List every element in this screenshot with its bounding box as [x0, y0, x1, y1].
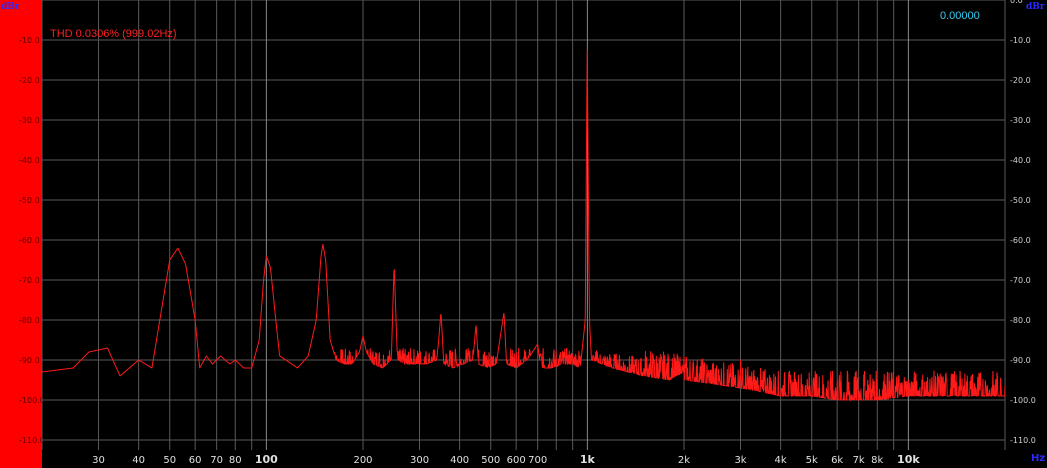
- y-tick-label-left: -90.0: [19, 356, 40, 365]
- y-tick-label-right: -60.0: [1010, 236, 1031, 245]
- y-tick-label-right: -20.0: [1010, 76, 1031, 85]
- x-tick-label: 7k: [853, 455, 865, 466]
- x-tick-label: 4k: [775, 455, 787, 466]
- unit-label-right: dBr: [1026, 2, 1045, 12]
- y-tick-label-left: -70.0: [19, 276, 40, 285]
- x-tick-label: 600: [507, 455, 526, 466]
- y-tick-label-left: -10.0: [19, 36, 40, 45]
- x-tick-label: 300: [410, 455, 429, 466]
- y-tick-label-left: -110.0: [19, 436, 45, 445]
- x-tick-label: 500: [481, 455, 500, 466]
- y-tick-label-right: -50.0: [1010, 196, 1031, 205]
- thd-readout: THD 0.0306% (999.02Hz): [50, 28, 177, 40]
- x-tick-label: 3k: [734, 455, 746, 466]
- y-tick-label-right: -100.0: [1010, 396, 1036, 405]
- x-unit-label: Hz: [1031, 453, 1045, 464]
- spectrum-chart: -10.0 -20.0 -30.0 -40.0 -50.0 -60.0 -70.0 -80.0…: [0, 0, 1047, 468]
- y-tick-label-right: 0.0: [1010, 0, 1023, 5]
- x-tick-label: 50: [163, 455, 176, 466]
- value-readout: 0.00000: [940, 10, 980, 22]
- x-tick-label: 30: [92, 455, 105, 466]
- x-tick-label: 200: [353, 455, 372, 466]
- y-tick-label-right: -30.0: [1010, 116, 1031, 125]
- y-tick-label-right: -70.0: [1010, 276, 1031, 285]
- x-tick-label: 8k: [871, 455, 883, 466]
- unit-label-left: dBr: [1, 2, 20, 12]
- y-tick-label-right: -80.0: [1010, 316, 1031, 325]
- y-tick-label-right: -110.0: [1010, 436, 1036, 445]
- y-tick-label-left: -20.0: [19, 76, 40, 85]
- y-tick-label-right: -90.0: [1010, 356, 1031, 365]
- x-tick-label: 5k: [806, 455, 818, 466]
- x-tick-label: 1k: [580, 453, 596, 466]
- x-tick-label: 400: [450, 455, 469, 466]
- x-tick-label: 700: [528, 455, 547, 466]
- y-tick-label-left: -50.0: [19, 196, 40, 205]
- x-tick-label: 6k: [831, 455, 843, 466]
- x-tick-label: 10k: [897, 453, 920, 466]
- y-tick-label-right: -10.0: [1010, 36, 1031, 45]
- x-tick-label: 100: [255, 453, 278, 466]
- y-tick-label-left: -40.0: [19, 156, 40, 165]
- x-tick-label: 40: [132, 455, 145, 466]
- y-tick-label-left: -100.0: [19, 396, 45, 405]
- y-tick-label-left: -30.0: [19, 116, 40, 125]
- x-tick-label: 2k: [678, 455, 690, 466]
- x-tick-label: 60: [189, 455, 202, 466]
- x-tick-label: 80: [229, 455, 242, 466]
- y-tick-label-right: -40.0: [1010, 156, 1031, 165]
- x-tick-label: 70: [210, 455, 223, 466]
- y-tick-label-left: -80.0: [19, 316, 40, 325]
- y-tick-label-left: -60.0: [19, 236, 40, 245]
